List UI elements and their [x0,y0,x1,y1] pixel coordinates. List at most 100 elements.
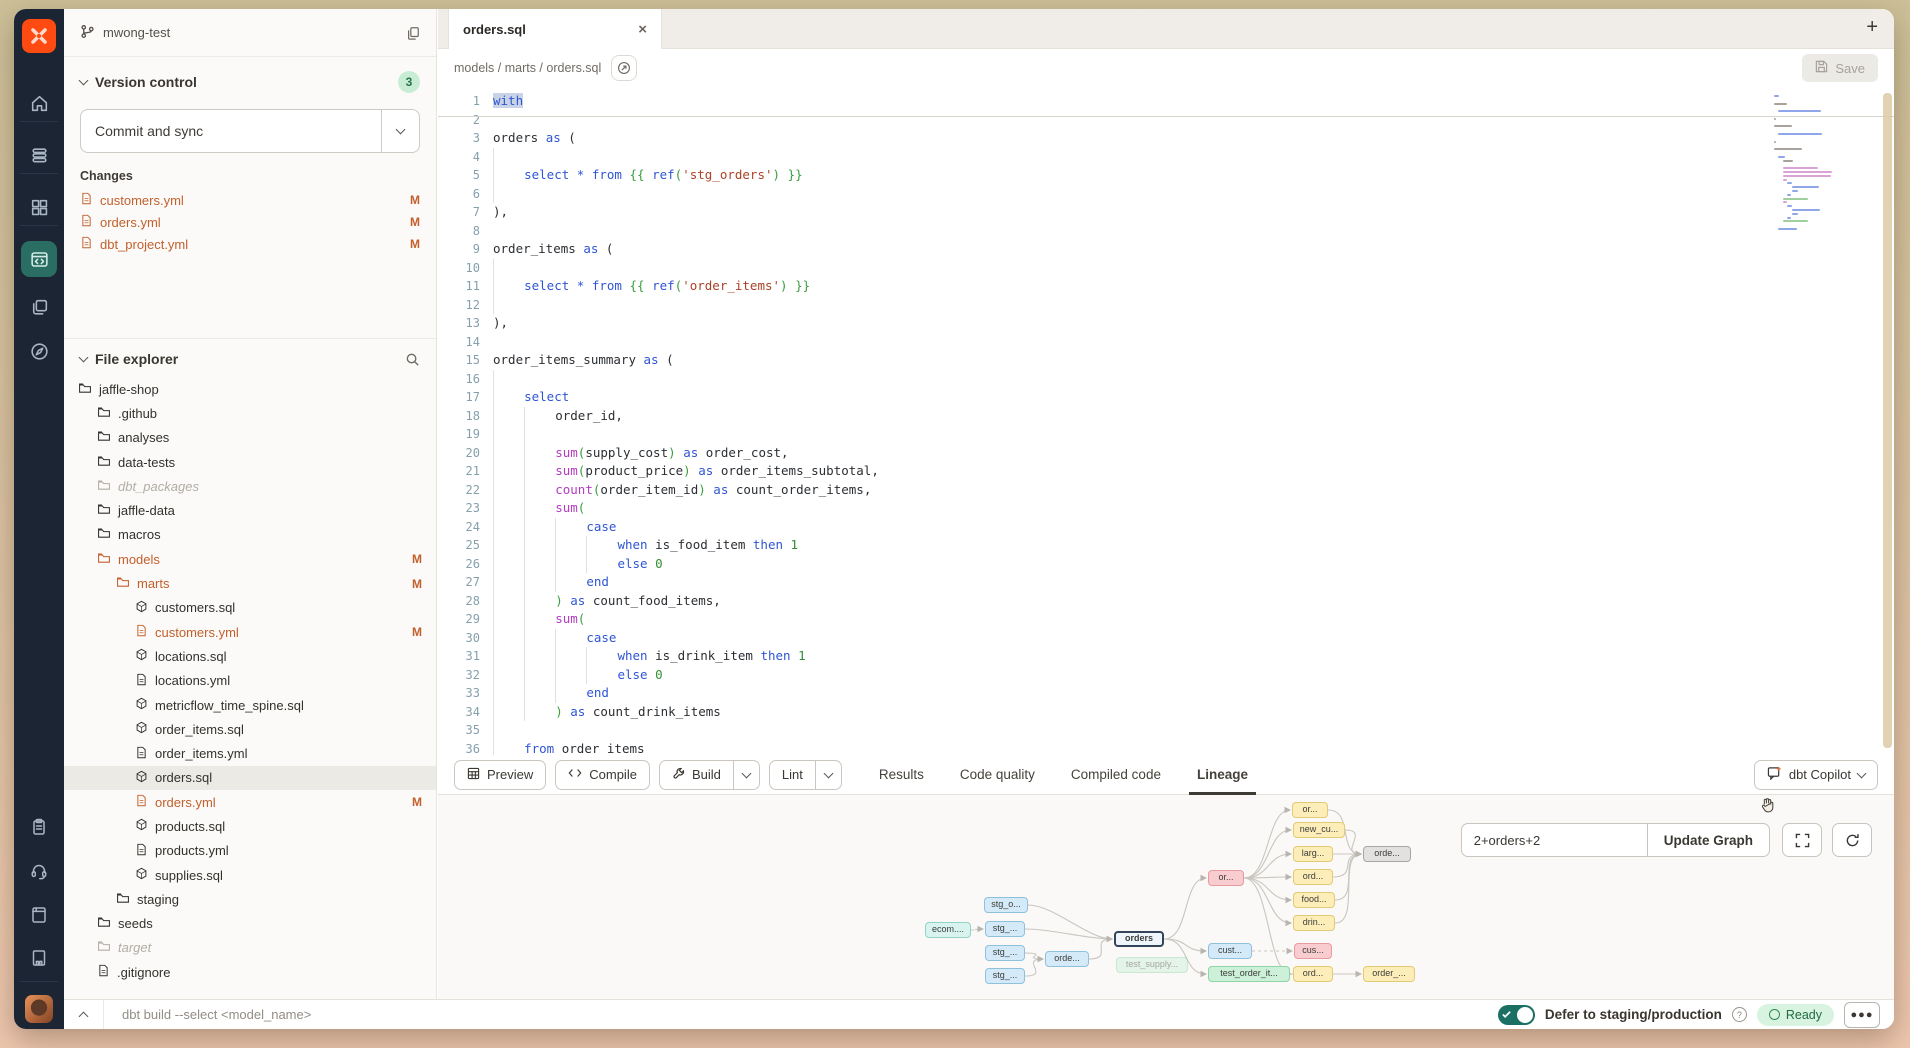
lineage-node-stgA[interactable]: stg_o... [984,897,1028,913]
tab-strip: orders.sql × + [438,9,1894,49]
doc-icon [135,794,148,810]
lineage-node-stgC[interactable]: stg_... [985,945,1025,961]
lineage-node-ordeM[interactable]: orde... [1045,951,1089,967]
file-row-jaffle-shop[interactable]: jaffle-shop [64,377,436,401]
lineage-node-y4[interactable]: ord... [1293,869,1333,885]
command-input[interactable] [104,1007,1498,1022]
file-row-order-items-sql[interactable]: order_items.sql [64,717,436,741]
sidebar-develop-icon[interactable] [14,241,64,277]
tab-orders-sql[interactable]: orders.sql × [448,9,662,49]
fullscreen-button[interactable] [1782,823,1822,857]
editor-scrollbar[interactable] [1883,93,1892,748]
sidebar-clipboard-icon[interactable] [14,817,64,837]
compile-button[interactable]: Compile [555,760,650,790]
lineage-node-cusP[interactable]: cus... [1294,943,1332,959]
help-icon[interactable]: ? [1732,1007,1747,1022]
defer-label: Defer to staging/production [1545,1007,1722,1022]
commit-and-sync-button[interactable]: Commit and sync [80,109,420,153]
sidebar-notebook-icon[interactable] [14,905,64,925]
file-row-data-tests[interactable]: data-tests [64,450,436,474]
file-row-customers-sql[interactable]: customers.sql [64,596,436,620]
sidebar-compass-icon[interactable] [14,341,64,362]
file-row-dbt-packages[interactable]: dbt_packages [64,474,436,498]
commit-dropdown-toggle[interactable] [381,110,419,152]
file-row-locations-yml[interactable]: locations.yml [64,669,436,693]
lineage-node-stgB[interactable]: stg_... [985,921,1025,937]
lineage-node-y7[interactable]: ord... [1293,966,1333,982]
lineage-node-stgD[interactable]: stg_... [985,968,1025,984]
file-row-products-sql[interactable]: products.sql [64,814,436,838]
file-row-analyses[interactable]: analyses [64,426,436,450]
file-row-seeds[interactable]: seeds [64,912,436,936]
new-tab-button[interactable]: + [1866,16,1878,39]
file-row-locations-sql[interactable]: locations.sql [64,644,436,668]
expand-command-bar-icon[interactable] [64,1000,104,1029]
open-docs-icon[interactable] [611,55,637,81]
lineage-node-cust[interactable]: cust... [1208,943,1252,959]
output-tab-lineage[interactable]: Lineage [1197,755,1248,795]
save-button[interactable]: Save [1802,54,1878,82]
update-graph-button[interactable]: Update Graph [1647,823,1770,857]
close-tab-icon[interactable]: × [638,21,647,38]
file-row-order-items-yml[interactable]: order_items.yml [64,741,436,765]
lineage-node-orP[interactable]: or... [1208,870,1244,886]
lineage-node-orders[interactable]: orders [1114,931,1164,947]
lint-button[interactable]: Lint [769,760,816,790]
code-editor[interactable]: 1with23orders as (4 5 select * from {{ r… [438,87,1894,755]
lineage-node-y2[interactable]: new_cu... [1293,822,1345,838]
lineage-node-y1[interactable]: or... [1292,802,1328,818]
user-avatar[interactable] [14,995,64,1023]
build-dropdown-toggle[interactable] [734,760,760,790]
search-icon[interactable] [405,352,420,367]
lineage-filter-input[interactable] [1461,823,1647,857]
output-tab-code-quality[interactable]: Code quality [960,755,1035,795]
chevron-down-icon[interactable] [79,76,89,86]
file-row-orders-sql[interactable]: orders.sql [64,766,436,790]
file-row-orders-yml[interactable]: orders.ymlM [64,790,436,814]
copy-icon[interactable] [406,26,420,40]
sidebar-stack-icon[interactable] [14,145,64,166]
dbt-logo-icon[interactable] [22,19,56,53]
sidebar-home-icon[interactable] [14,93,64,114]
file-row-jaffle-data[interactable]: jaffle-data [64,498,436,522]
file-row-staging[interactable]: staging [64,887,436,911]
lineage-node-ecom[interactable]: ecom.... [925,922,971,938]
file-row-products-yml[interactable]: products.yml [64,839,436,863]
file-row-macros[interactable]: macros [64,523,436,547]
preview-button[interactable]: Preview [454,760,546,790]
file-row-models[interactable]: modelsM [64,547,436,571]
defer-toggle[interactable] [1498,1005,1535,1025]
file-row-target[interactable]: target [64,936,436,960]
lineage-node-grayE[interactable]: orde... [1363,846,1411,862]
code-line: 7), [438,203,1894,222]
action-bar: Preview Compile Build [438,755,1894,795]
refresh-button[interactable] [1832,823,1872,857]
changed-file-row[interactable]: customers.yml M [64,189,436,211]
changed-file-row[interactable]: orders.yml M [64,211,436,233]
lineage-node-testO[interactable]: test_order_it... [1208,966,1290,982]
file-row--github[interactable]: .github [64,401,436,425]
file-row-marts[interactable]: martsM [64,571,436,595]
minimap[interactable] [1774,95,1834,235]
sidebar-grid-icon[interactable] [14,197,64,218]
lint-dropdown-toggle[interactable] [816,760,842,790]
output-tab-compiled-code[interactable]: Compiled code [1071,755,1161,795]
lineage-node-y6[interactable]: drin... [1293,915,1335,931]
file-row-metricflow-time-spine-sql[interactable]: metricflow_time_spine.sql [64,693,436,717]
sidebar-headset-icon[interactable] [14,861,64,881]
build-button[interactable]: Build [659,760,734,790]
more-options-button[interactable]: ●●● [1844,1002,1880,1028]
file-row-supplies-sql[interactable]: supplies.sql [64,863,436,887]
lineage-node-y5[interactable]: food... [1293,892,1335,908]
sidebar-windows-icon[interactable] [14,297,64,318]
lineage-node-y8[interactable]: order_... [1363,966,1415,982]
sidebar-kiosk-icon[interactable] [14,948,64,968]
output-tab-results[interactable]: Results [879,755,924,795]
file-row--gitignore[interactable]: .gitignore [64,960,436,984]
dbt-copilot-button[interactable]: dbt Copilot [1754,760,1878,790]
changed-file-row[interactable]: dbt_project.yml M [64,233,436,255]
chevron-down-icon[interactable] [79,353,89,363]
lineage-node-y3[interactable]: larg... [1293,846,1333,862]
lineage-node-ghost[interactable]: test_supply... [1116,957,1188,973]
file-row-customers-yml[interactable]: customers.ymlM [64,620,436,644]
